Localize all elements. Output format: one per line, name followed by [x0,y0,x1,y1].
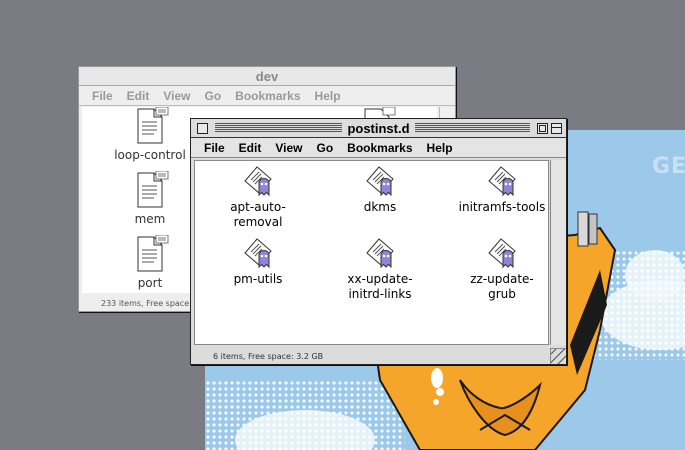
postinst-title: postinst.d [342,121,415,136]
file-initramfs-tools[interactable]: initramfs-tools [447,165,557,215]
menu-bookmarks[interactable]: Bookmarks [340,141,419,155]
dev-menu-go[interactable]: Go [197,89,228,103]
postinst-file-area[interactable]: apt-auto- removal dkms initramfs-tools p… [194,160,549,345]
menu-view[interactable]: View [268,141,309,155]
file-label: removal [233,215,283,229]
file-label: dkms [363,200,397,214]
script-document-icon [244,166,272,197]
dev-file-label: loop-control [114,148,186,162]
script-document-icon [488,166,516,197]
file-xx-update-initrd-links[interactable]: xx-update- initrd-links [325,237,435,302]
script-document-icon [488,238,516,269]
menu-go[interactable]: Go [309,141,340,155]
dev-menubar: File Edit View Go Bookmarks Help [79,86,455,106]
dev-title: dev [250,69,284,84]
text-document-icon [137,235,169,272]
file-label: apt-auto- [230,200,286,214]
file-label: grub [488,287,516,301]
text-document-icon [137,107,169,144]
menu-file[interactable]: File [197,141,232,155]
dev-titlebar[interactable]: dev [79,67,455,86]
file-dkms[interactable]: dkms [325,165,435,215]
script-document-icon [244,238,272,269]
file-label: xx-update- [347,272,413,286]
dev-menu-help[interactable]: Help [308,89,348,103]
menu-help[interactable]: Help [420,141,460,155]
window-postinst[interactable]: postinst.d File Edit View Go Bookmarks H… [190,118,567,365]
postinst-status: 6 items, Free space: 3.2 GB [213,352,324,361]
file-apt-auto-removal[interactable]: apt-auto- removal [203,165,313,230]
postinst-titlebar[interactable]: postinst.d [191,119,566,138]
dev-file-mem[interactable]: mem [95,171,205,227]
file-zz-update-grub[interactable]: zz-update- grub [447,237,557,302]
dev-menu-view[interactable]: View [156,89,197,103]
file-label: initramfs-tools [458,200,546,214]
dev-file-port[interactable]: port [95,235,205,291]
dev-file-label: mem [134,212,166,226]
dev-menu-bookmarks[interactable]: Bookmarks [228,89,307,103]
postinst-scrollbar[interactable] [550,160,566,345]
file-label: pm-utils [233,272,283,286]
zoom-box-button[interactable] [537,123,548,134]
dev-menu-edit[interactable]: Edit [120,89,157,103]
resize-handle[interactable] [550,348,566,364]
dev-file-label: port [137,276,163,290]
postinst-menubar: File Edit View Go Bookmarks Help [191,138,566,158]
script-document-icon [366,166,394,197]
windowshade-button[interactable] [551,123,562,134]
dev-menu-file[interactable]: File [85,89,120,103]
file-pm-utils[interactable]: pm-utils [203,237,313,287]
menu-edit[interactable]: Edit [232,141,269,155]
file-label: initrd-links [348,287,412,301]
file-label: zz-update- [470,272,534,286]
text-document-icon [137,171,169,208]
script-document-icon [366,238,394,269]
dev-file-loop-control[interactable]: loop-control [95,107,205,163]
